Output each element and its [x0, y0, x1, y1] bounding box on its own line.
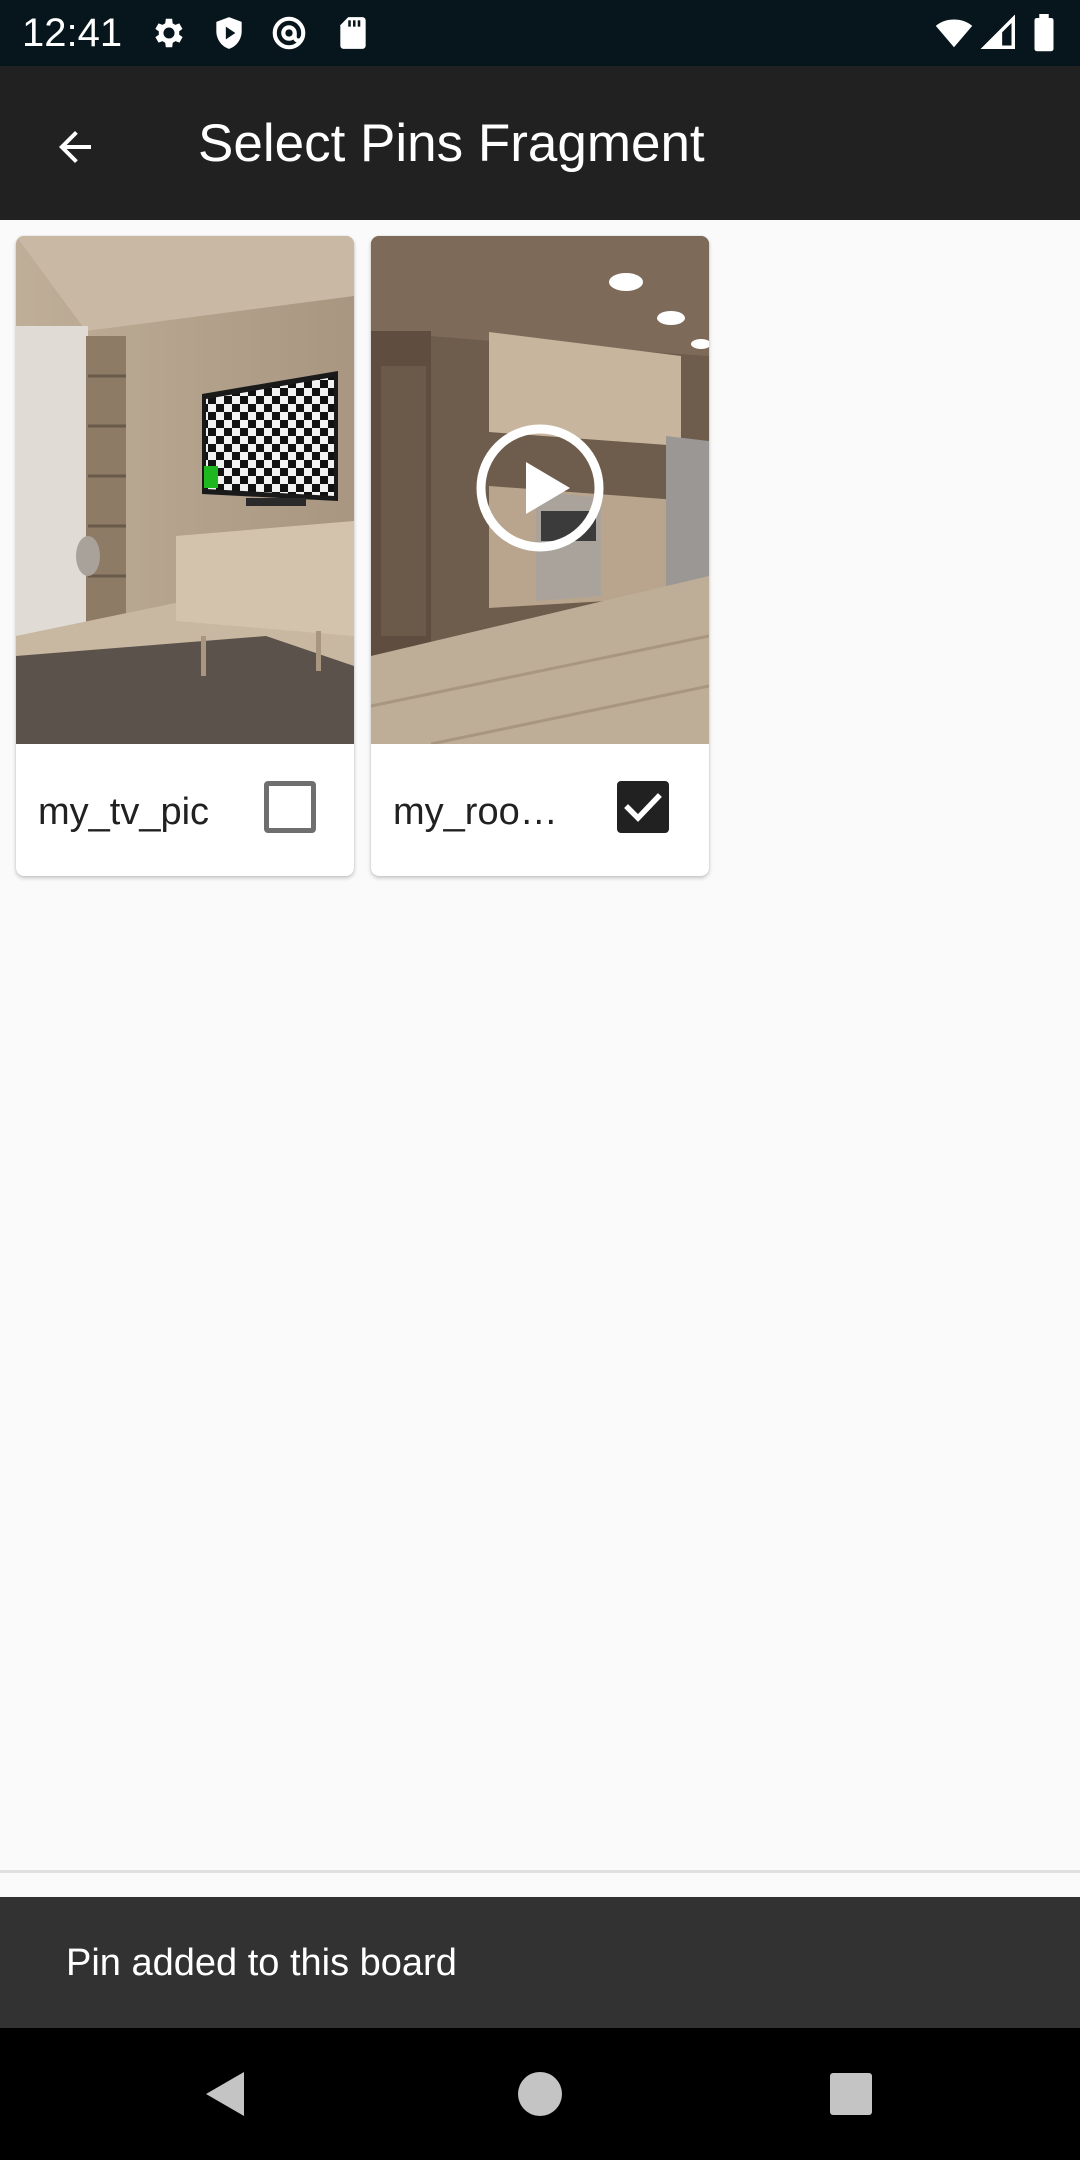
pin-thumbnail-image[interactable]	[16, 236, 354, 744]
nav-recents-button[interactable]	[815, 2058, 887, 2130]
cell-signal-icon	[980, 14, 1018, 52]
checkmark-icon	[624, 793, 662, 822]
arrow-left-icon	[59, 131, 91, 163]
wifi-icon	[935, 14, 973, 52]
status-time: 12:41	[22, 11, 123, 55]
pin-select-checkbox[interactable]	[264, 781, 316, 833]
pin-card-my-tv-pic[interactable]: my_tv_pic	[16, 236, 354, 876]
pin-label: my_tv_pic	[38, 791, 210, 833]
sd-card-icon	[334, 14, 372, 52]
divider	[0, 1870, 1080, 1873]
snackbar-message: Pin added to this board	[66, 1942, 457, 1984]
system-nav-bar	[0, 2028, 1080, 2160]
nav-back-button[interactable]	[190, 2058, 262, 2130]
at-sign-icon	[270, 14, 308, 52]
page-title: Select Pins Fragment	[198, 114, 705, 173]
pin-select-checkbox[interactable]	[617, 781, 669, 833]
snackbar: Pin added to this board	[0, 1897, 1080, 2028]
pin-grid: my_tv_pic my_roo…	[0, 220, 1080, 1872]
pin-thumbnail-video[interactable]	[371, 236, 709, 744]
nav-home-button[interactable]	[504, 2058, 576, 2130]
app-bar: Select Pins Fragment	[0, 66, 1080, 220]
status-bar: 12:41	[0, 0, 1080, 66]
pin-label: my_roo…	[393, 791, 558, 833]
back-button[interactable]	[35, 107, 115, 187]
recents-square-icon	[830, 2073, 872, 2115]
home-circle-icon	[518, 2072, 562, 2116]
settings-icon	[150, 14, 188, 52]
pin-card-my-room[interactable]: my_roo…	[371, 236, 709, 876]
shield-icon	[210, 14, 248, 52]
battery-icon	[1030, 14, 1058, 52]
back-triangle-icon	[206, 2072, 244, 2116]
play-icon[interactable]	[474, 422, 606, 554]
